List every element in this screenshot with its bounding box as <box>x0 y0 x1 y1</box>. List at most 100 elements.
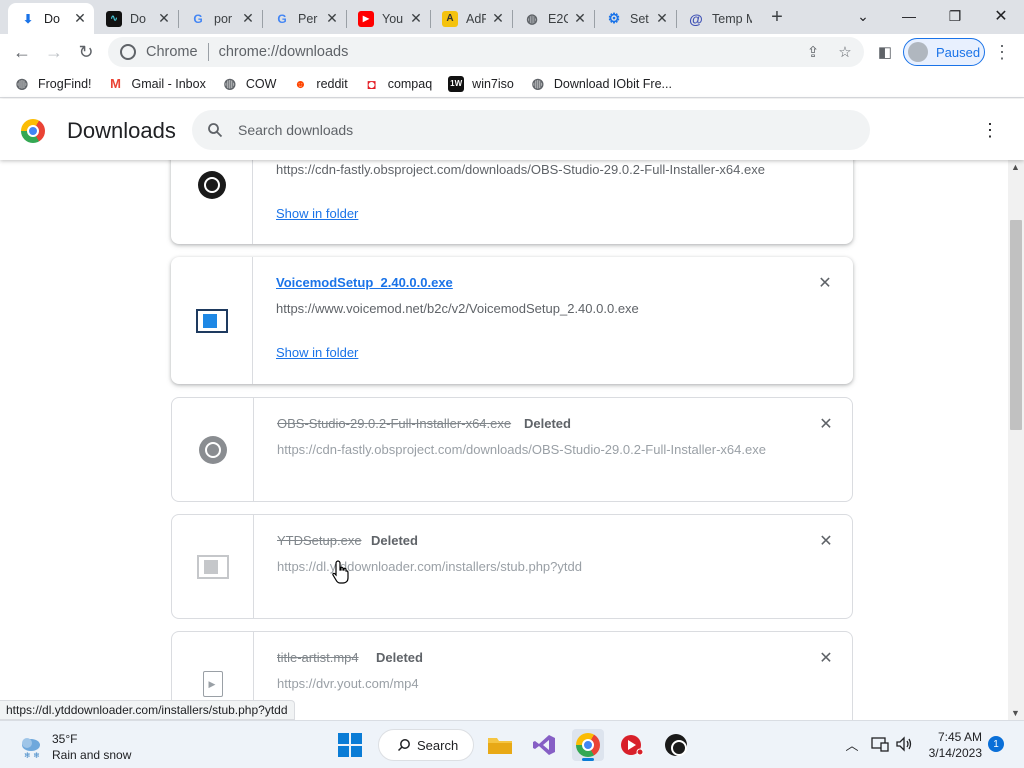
chrome-logo-icon <box>21 119 45 143</box>
close-icon[interactable]: ✕ <box>654 10 670 27</box>
bookmark-star-icon[interactable]: ☆ <box>834 41 856 63</box>
profile-button[interactable]: Paused <box>903 38 985 66</box>
system-clock[interactable]: 7:45 AM 3/14/2023 <box>922 729 982 761</box>
weather-desc: Rain and snow <box>52 748 132 762</box>
show-in-folder-link[interactable]: Show in folder <box>276 206 358 221</box>
tab-title: AdF <box>466 11 486 26</box>
bookmark-gmail[interactable]: M Gmail - Inbox <box>108 76 206 92</box>
tab-2[interactable]: ∿ Do ✕ <box>94 3 178 34</box>
screen-recorder-icon[interactable] <box>616 729 648 761</box>
remove-item-icon[interactable]: ✕ <box>815 273 835 293</box>
bookmark-frogfind[interactable]: ◍ FrogFind! <box>14 75 92 92</box>
tab-5[interactable]: ▶ You ✕ <box>346 3 430 34</box>
scrollbar-thumb[interactable] <box>1010 220 1022 430</box>
tab-7[interactable]: ◍ E2C ✕ <box>512 3 594 34</box>
avatar <box>908 42 928 62</box>
bookmark-iobit[interactable]: ◍ Download IObit Fre... <box>530 75 672 92</box>
network-icon[interactable] <box>870 734 890 754</box>
scroll-down-arrow-icon[interactable]: ▼ <box>1011 708 1020 718</box>
address-bar[interactable]: Chrome chrome://downloads <box>108 37 864 67</box>
close-icon[interactable]: ✕ <box>240 10 256 27</box>
close-icon[interactable]: ✕ <box>408 10 424 27</box>
download-filename: YTDSetup.exe <box>277 533 362 548</box>
minimize-button[interactable]: — <box>886 0 932 32</box>
video-file-icon <box>202 670 223 697</box>
tab-title: Do <box>44 11 60 26</box>
search-downloads-box[interactable] <box>192 110 870 150</box>
bookmark-compaq[interactable]: ◘ compaq <box>364 76 432 92</box>
close-icon[interactable]: ✕ <box>490 10 506 27</box>
tab-title: Do <box>130 11 146 26</box>
chrome-taskbar-icon[interactable] <box>572 729 604 761</box>
bookmark-label: Download IObit Fre... <box>553 76 672 91</box>
tab-8[interactable]: ⚙ Set ✕ <box>594 3 676 34</box>
tab-search-button[interactable]: ⌄ <box>840 0 886 32</box>
reload-button[interactable]: ↻ <box>72 38 100 66</box>
taskbar-search[interactable]: Search <box>378 729 474 761</box>
back-button[interactable]: ← <box>8 38 36 66</box>
notification-badge[interactable]: 1 <box>988 736 1004 752</box>
tab-title: Temp M <box>712 11 752 26</box>
tab-4[interactable]: G Per ✕ <box>262 3 346 34</box>
visual-studio-icon[interactable] <box>528 729 560 761</box>
icon-column <box>172 515 254 618</box>
show-hidden-icons-chevron-icon[interactable]: ︿ <box>842 734 862 754</box>
globe-icon: ◍ <box>526 10 538 26</box>
page-title: Downloads <box>67 118 176 143</box>
bookmark-reddit[interactable]: ☻ reddit <box>292 76 348 92</box>
download-filename: OBS-Studio-29.0.2-Full-Installer-x64.exe <box>277 416 512 431</box>
globe-icon: ◍ <box>223 75 236 91</box>
toolbar: ← → ↻ Chrome chrome://downloads ⇪ ☆ ◧ Pa… <box>0 34 1024 70</box>
download-filename-link[interactable]: VoicemodSetup_2.40.0.0.exe <box>276 275 453 290</box>
remove-item-icon[interactable]: ✕ <box>816 414 836 434</box>
close-icon[interactable]: ✕ <box>156 10 172 27</box>
weather-temp: 35°F <box>52 732 78 746</box>
obs-taskbar-icon[interactable] <box>660 729 692 761</box>
google-icon: G <box>193 11 203 26</box>
show-in-folder-link[interactable]: Show in folder <box>276 345 358 360</box>
close-icon[interactable]: ✕ <box>324 10 340 27</box>
close-icon[interactable]: ✕ <box>72 10 88 27</box>
new-tab-button[interactable]: + <box>766 6 788 28</box>
bookmark-win7iso[interactable]: 1W win7iso <box>448 75 514 92</box>
side-panel-icon[interactable]: ◧ <box>874 41 896 63</box>
downloads-header: Downloads ⋮ <box>0 99 1024 160</box>
globe-icon: ◍ <box>15 75 29 91</box>
share-icon[interactable]: ⇪ <box>802 41 824 63</box>
site-chip: Chrome <box>146 44 198 60</box>
bookmark-label: Gmail - Inbox <box>131 76 206 91</box>
tab-downloads[interactable]: ⬇ Do ✕ <box>8 3 94 34</box>
start-button[interactable] <box>338 733 362 757</box>
obs-icon <box>198 435 227 464</box>
gmail-icon: M <box>110 76 121 91</box>
remove-item-icon[interactable]: ✕ <box>816 531 836 551</box>
weather-widget[interactable]: ❄ ❄ 35°F Rain and snow <box>18 731 131 763</box>
remove-item-icon[interactable]: ✕ <box>816 648 836 668</box>
download-item: OBS-Studio-29.0.2-Full-Installer-x64.exe… <box>171 397 853 502</box>
wave-icon: ∿ <box>106 10 122 27</box>
page-scrollbar[interactable]: ▲ ▼ <box>1008 160 1024 720</box>
close-window-button[interactable]: ✕ <box>978 0 1024 32</box>
restore-button[interactable]: ❐ <box>932 0 978 32</box>
tab-title: E2C <box>548 11 568 26</box>
bookmark-cow[interactable]: ◍ COW <box>222 75 277 92</box>
rain-snow-icon: ❄ ❄ <box>18 734 44 760</box>
adf-icon: A <box>442 10 458 27</box>
forward-button[interactable]: → <box>40 38 68 66</box>
tab-6[interactable]: A AdF ✕ <box>430 3 512 34</box>
bookmark-label: FrogFind! <box>38 76 92 91</box>
scroll-up-arrow-icon[interactable]: ▲ <box>1011 162 1020 172</box>
file-explorer-icon[interactable] <box>484 729 516 761</box>
bookmark-label: COW <box>245 76 277 91</box>
compaq-icon: ◘ <box>367 75 376 92</box>
volume-icon[interactable] <box>894 734 914 754</box>
download-url: https://cdn-fastly.obsproject.com/downlo… <box>276 162 765 177</box>
chrome-menu-icon[interactable]: ⋮ <box>992 42 1012 62</box>
close-icon[interactable]: ✕ <box>572 10 588 27</box>
search-input[interactable] <box>238 122 838 138</box>
tab-strip: ⬇ Do ✕ ∿ Do ✕ G por ✕ G Per ✕ ▶ You ✕ A … <box>0 0 1024 34</box>
tab-3[interactable]: G por ✕ <box>178 3 262 34</box>
more-actions-icon[interactable]: ⋮ <box>980 120 1000 140</box>
download-url: https://cdn-fastly.obsproject.com/downlo… <box>277 442 766 457</box>
tab-9[interactable]: @ Temp M <box>676 3 758 34</box>
